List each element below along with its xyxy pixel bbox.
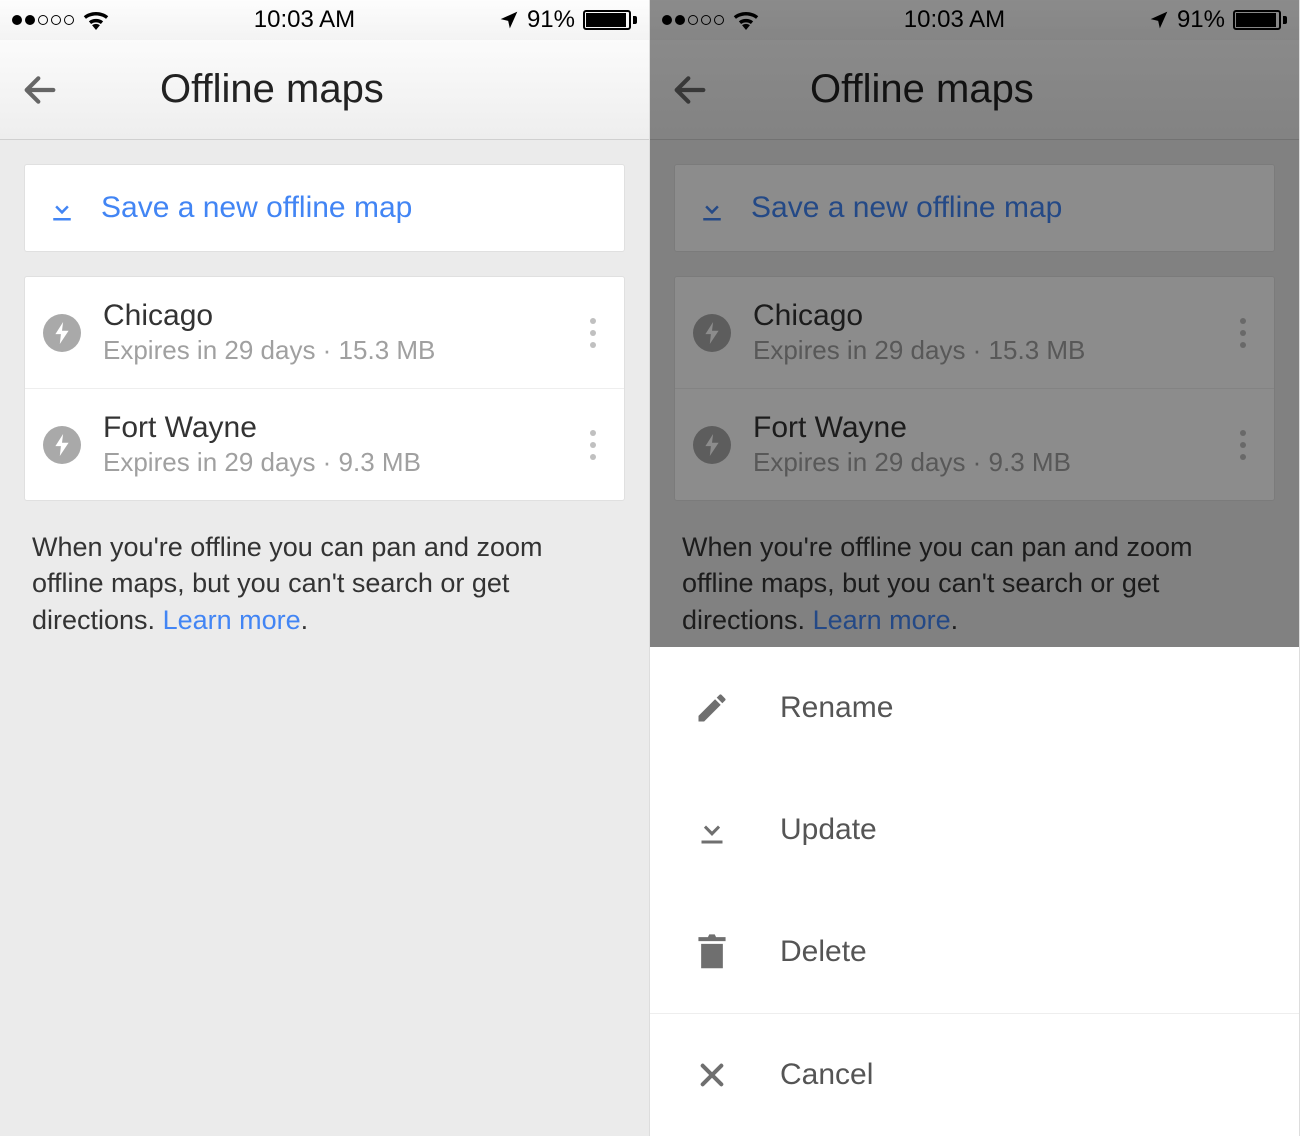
learn-more-link[interactable]: Learn more: [163, 605, 301, 635]
rename-label: Rename: [780, 691, 893, 725]
offline-bolt-icon: [693, 426, 731, 464]
hint-text: When you're offline you can pan and zoom…: [674, 501, 1275, 666]
battery-icon: [1233, 10, 1287, 30]
close-icon: [690, 1059, 734, 1091]
nav-header: Offline maps: [0, 40, 649, 140]
list-item[interactable]: Chicago Expires in 29 days · 15.3 MB: [675, 277, 1274, 388]
list-item[interactable]: Fort Wayne Expires in 29 days · 9.3 MB: [25, 388, 624, 500]
download-icon: [697, 193, 727, 223]
download-icon: [690, 812, 734, 848]
map-name: Chicago: [103, 299, 558, 333]
learn-more-link[interactable]: Learn more: [813, 605, 951, 635]
page-title: Offline maps: [750, 67, 1279, 112]
delete-action[interactable]: Delete: [650, 891, 1299, 1013]
back-button[interactable]: [670, 70, 710, 110]
hint-text: When you're offline you can pan and zoom…: [24, 501, 625, 666]
status-bar: 10:03 AM 91%: [650, 0, 1299, 40]
status-bar: 10:03 AM 91%: [0, 0, 649, 40]
offline-bolt-icon: [43, 426, 81, 464]
location-icon: [499, 10, 519, 30]
battery-pct: 91%: [527, 6, 575, 34]
battery-icon: [583, 10, 637, 30]
map-subtitle: Expires in 29 days · 15.3 MB: [103, 335, 558, 366]
wifi-icon: [732, 10, 760, 30]
nav-header: Offline maps: [650, 40, 1299, 140]
pencil-icon: [690, 690, 734, 726]
screen-offline-maps: 10:03 AM 91% Offline maps Save a new off…: [0, 0, 650, 1136]
status-time: 10:03 AM: [904, 6, 1005, 34]
map-subtitle: Expires in 29 days · 9.3 MB: [103, 447, 558, 478]
map-name: Chicago: [753, 299, 1208, 333]
save-new-map-label: Save a new offline map: [101, 191, 412, 225]
map-subtitle: Expires in 29 days · 15.3 MB: [753, 335, 1208, 366]
location-icon: [1149, 10, 1169, 30]
delete-label: Delete: [780, 935, 867, 969]
list-item[interactable]: Chicago Expires in 29 days · 15.3 MB: [25, 277, 624, 388]
wifi-icon: [82, 10, 110, 30]
map-subtitle: Expires in 29 days · 9.3 MB: [753, 447, 1208, 478]
save-new-map-button[interactable]: Save a new offline map: [24, 164, 625, 252]
save-new-map-label: Save a new offline map: [751, 191, 1062, 225]
screen-offline-maps-actionsheet: 10:03 AM 91% Offline maps Save a new off…: [650, 0, 1300, 1136]
maps-list: Chicago Expires in 29 days · 15.3 MB For…: [24, 276, 625, 501]
offline-bolt-icon: [43, 314, 81, 352]
cancel-action[interactable]: Cancel: [650, 1014, 1299, 1136]
page-title: Offline maps: [100, 67, 629, 112]
more-button[interactable]: [580, 308, 606, 358]
status-time: 10:03 AM: [254, 6, 355, 34]
more-button[interactable]: [1230, 420, 1256, 470]
cancel-label: Cancel: [780, 1058, 873, 1092]
action-sheet: Rename Update Delete Cancel: [650, 647, 1299, 1136]
signal-dots-icon: [12, 15, 74, 25]
map-name: Fort Wayne: [753, 411, 1208, 445]
map-name: Fort Wayne: [103, 411, 558, 445]
trash-icon: [690, 933, 734, 971]
more-button[interactable]: [580, 420, 606, 470]
battery-pct: 91%: [1177, 6, 1225, 34]
back-button[interactable]: [20, 70, 60, 110]
rename-action[interactable]: Rename: [650, 647, 1299, 769]
download-icon: [47, 193, 77, 223]
signal-dots-icon: [662, 15, 724, 25]
list-item[interactable]: Fort Wayne Expires in 29 days · 9.3 MB: [675, 388, 1274, 500]
save-new-map-button[interactable]: Save a new offline map: [674, 164, 1275, 252]
offline-bolt-icon: [693, 314, 731, 352]
update-action[interactable]: Update: [650, 769, 1299, 891]
more-button[interactable]: [1230, 308, 1256, 358]
update-label: Update: [780, 813, 877, 847]
maps-list: Chicago Expires in 29 days · 15.3 MB For…: [674, 276, 1275, 501]
